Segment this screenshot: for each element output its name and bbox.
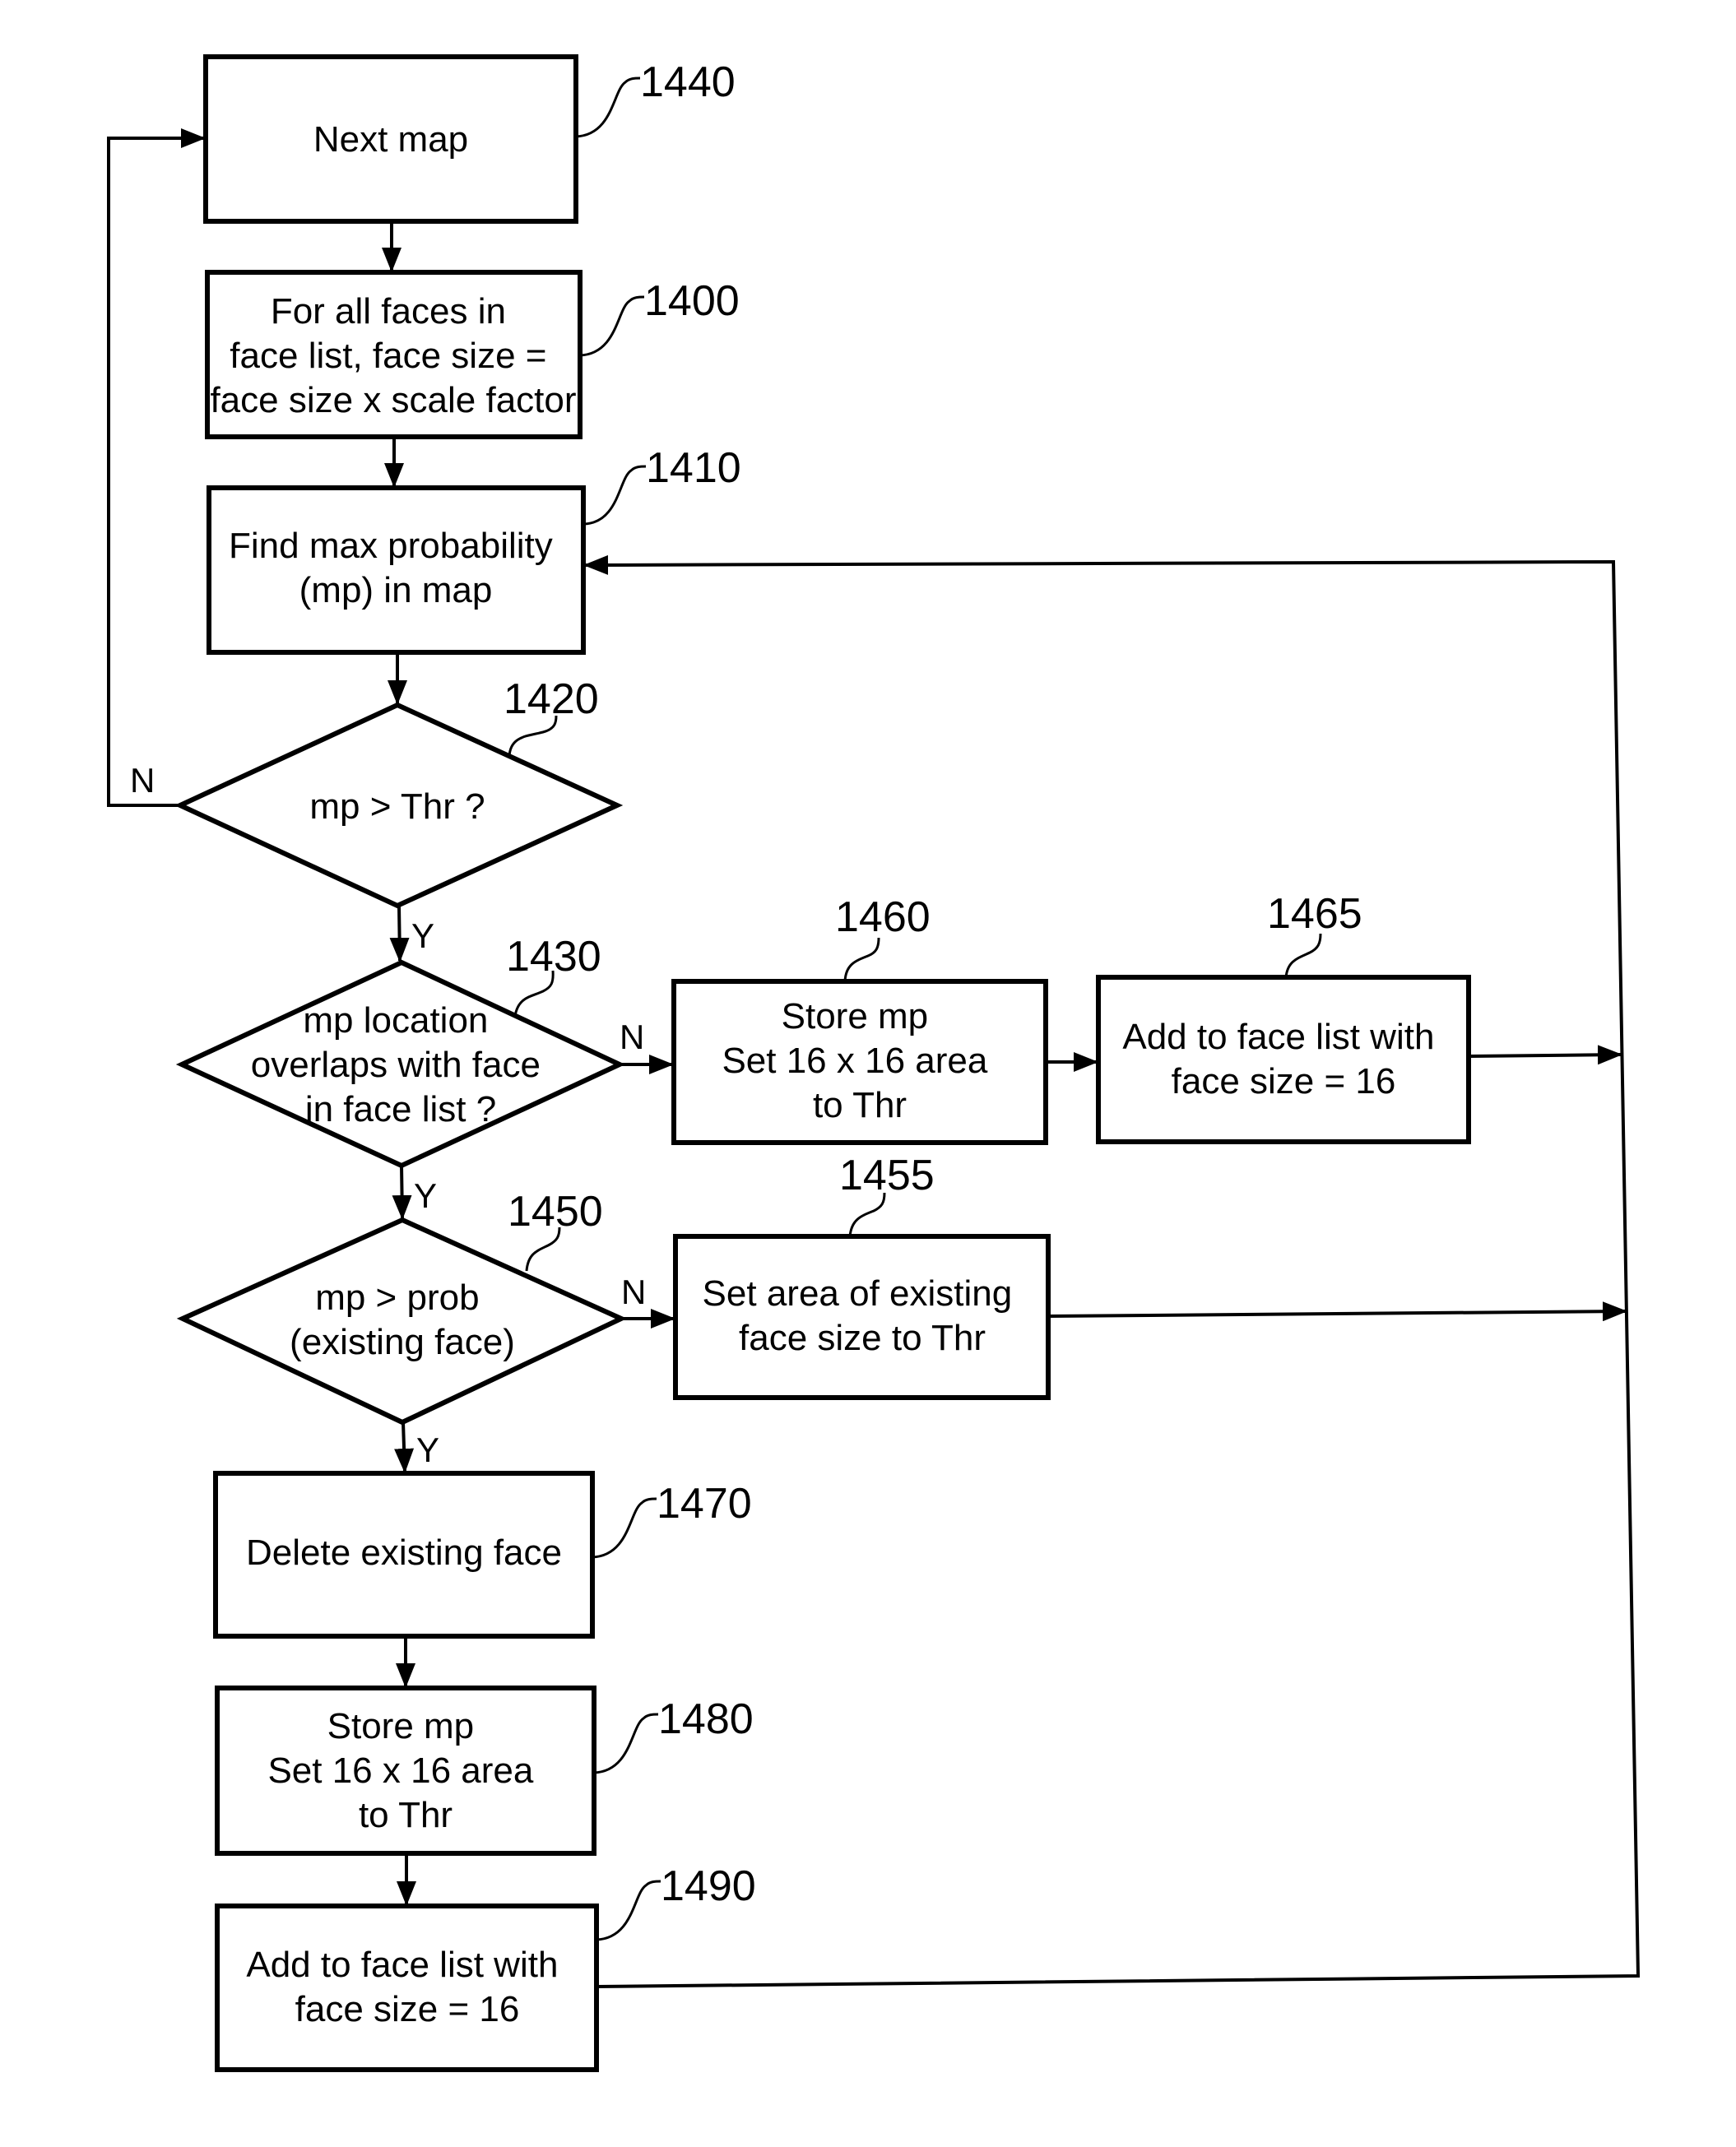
label-1430-no: N [620, 1018, 644, 1056]
ref-1420: 1420 [504, 675, 599, 723]
label-1450-no: N [621, 1273, 646, 1311]
arrow-1465-to-return [1468, 1045, 1622, 1065]
box-1455-set-area [673, 1234, 1051, 1400]
leader-1480 [593, 1713, 659, 1774]
ref-1465: 1465 [1267, 890, 1362, 938]
ref-1450: 1450 [508, 1188, 603, 1236]
arrow-1455-to-return [1047, 1301, 1627, 1322]
ref-1490: 1490 [661, 1862, 756, 1910]
leader-1465 [1284, 933, 1322, 978]
text-1440: Next map [313, 119, 468, 160]
ref-1440: 1440 [640, 58, 736, 106]
leader-1490 [596, 1880, 661, 1941]
diamond-1450-prob-compare [176, 1217, 628, 1426]
leader-1440 [575, 77, 641, 138]
leader-1400 [579, 295, 645, 357]
label-1420-no: N [130, 761, 155, 800]
arrow-1450-yes-to-1470 [394, 1421, 415, 1473]
ref-1455: 1455 [839, 1152, 935, 1199]
arrow-1420-no-to-1440 [107, 128, 206, 807]
ref-1410: 1410 [646, 444, 741, 492]
box-1490-add-face [215, 1904, 599, 2072]
box-1465-add-face [1096, 975, 1471, 1144]
ref-1470: 1470 [657, 1480, 752, 1528]
leader-1460 [843, 937, 880, 982]
text-1420: mp > Thr ? [309, 786, 485, 827]
ref-1430: 1430 [506, 933, 601, 981]
text-1470: Delete existing face [246, 1533, 562, 1573]
ref-1400: 1400 [644, 277, 740, 325]
ref-1480: 1480 [658, 1695, 754, 1743]
leader-1470 [592, 1497, 657, 1559]
arrow-1420-yes-to-1430 [389, 905, 410, 962]
ref-1460: 1460 [835, 893, 931, 941]
label-1430-yes: Y [414, 1176, 437, 1215]
label-1450-yes: Y [416, 1431, 439, 1469]
leader-1410 [583, 465, 647, 526]
label-1420-yes: Y [411, 916, 434, 955]
flowchart: N Y N Y N Y 1440 1400 1410 1420 1430 146… [107, 54, 1641, 2072]
